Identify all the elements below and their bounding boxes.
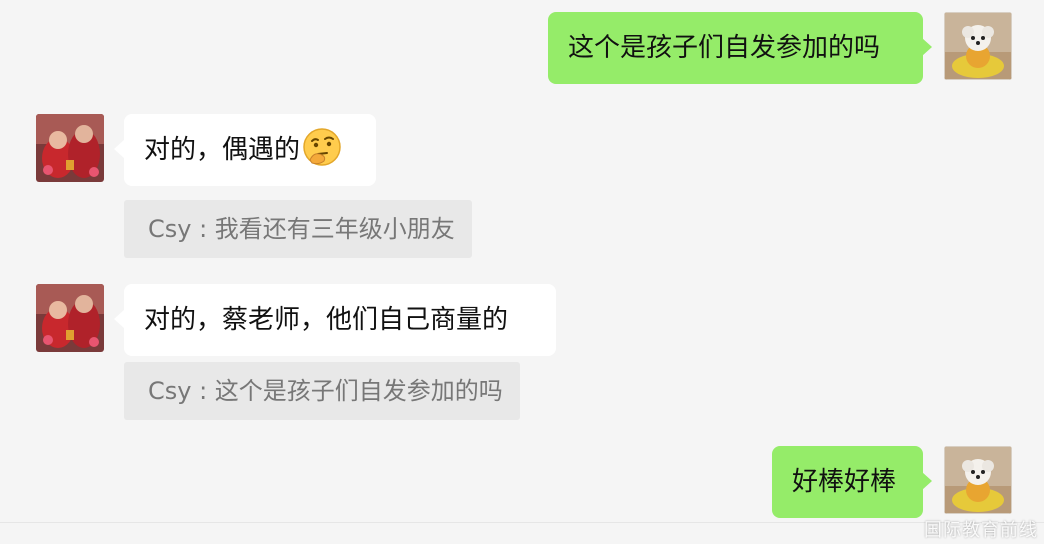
watermark-text: 国际教育前线 xyxy=(924,520,1038,541)
message-bubble-sent[interactable]: 好棒好棒 xyxy=(772,446,923,518)
contact-avatar[interactable] xyxy=(36,114,104,182)
message-text: 对的，偶遇的 xyxy=(144,135,301,165)
quoted-message[interactable]: Csy : 这个是孩子们自发参加的吗 xyxy=(124,362,520,420)
bubble-tail xyxy=(922,38,932,56)
my-avatar[interactable] xyxy=(944,12,1012,80)
contact-avatar[interactable] xyxy=(36,284,104,352)
bubble-tail xyxy=(922,472,932,490)
divider xyxy=(0,522,1044,523)
message-bubble-sent[interactable]: 这个是孩子们自发参加的吗 xyxy=(548,12,923,84)
bubble-tail xyxy=(114,140,124,158)
my-avatar[interactable] xyxy=(944,446,1012,514)
message-bubble-received[interactable]: 对的，蔡老师，他们自己商量的 xyxy=(124,284,556,356)
thinking-emoji-icon xyxy=(303,128,341,166)
bubble-tail xyxy=(114,310,124,328)
chat-window: 这个是孩子们自发参加的吗 对的，偶遇的 Csy : 我看还有三年级小朋友 对的，… xyxy=(0,0,1044,544)
message-bubble-received[interactable]: 对的，偶遇的 xyxy=(124,114,376,186)
quoted-message[interactable]: Csy : 我看还有三年级小朋友 xyxy=(124,200,472,258)
